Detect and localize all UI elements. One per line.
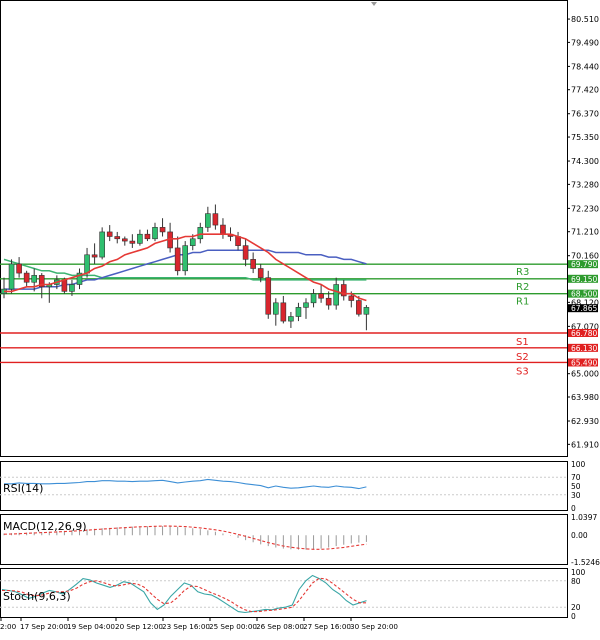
price-tick-label: 75.350 bbox=[571, 133, 599, 142]
candle-body bbox=[182, 245, 188, 272]
candle-body bbox=[220, 224, 226, 235]
price-tick-label: 62.930 bbox=[571, 417, 599, 426]
rsi-panel-frame bbox=[0, 461, 568, 511]
price-tick-label: 79.490 bbox=[571, 38, 599, 47]
rsi-tick-label: 30 bbox=[571, 491, 581, 500]
price-tick-label: 77.420 bbox=[571, 86, 599, 95]
candle-body bbox=[137, 233, 143, 244]
rsi-tick-label: 0 bbox=[571, 504, 576, 513]
level-price-label: 66.130 bbox=[571, 344, 597, 353]
time-tick-label: 2:00 bbox=[0, 622, 17, 631]
price-tick-label: 73.280 bbox=[571, 180, 599, 189]
candle-body bbox=[242, 245, 249, 260]
candle-body bbox=[197, 227, 204, 240]
time-tick-label: 25 Sep 00:00 bbox=[209, 622, 257, 631]
macd-tick-label: -1.5246 bbox=[571, 558, 600, 567]
candle-body bbox=[69, 284, 75, 292]
level-name-s2: S2 bbox=[516, 352, 529, 363]
candle-body bbox=[23, 272, 30, 283]
macd-tick-label: 1.0397 bbox=[571, 513, 597, 522]
stoch-tick-label: 20 bbox=[571, 603, 581, 612]
candle-body bbox=[303, 302, 309, 308]
price-tick-label: 80.510 bbox=[571, 15, 599, 24]
candle-body bbox=[16, 263, 22, 274]
candle-body bbox=[272, 302, 279, 315]
time-tick-label: 26 Sep 08:00 bbox=[256, 622, 304, 631]
price-tick-label: 76.370 bbox=[571, 110, 599, 119]
price-tick-label: 71.210 bbox=[571, 228, 599, 237]
level-price-label: 69.150 bbox=[571, 275, 597, 284]
level-price-label: 69.790 bbox=[571, 260, 597, 269]
stoch-tick-label: 100 bbox=[571, 568, 586, 577]
price-tick-label: 74.300 bbox=[571, 157, 599, 166]
candle-body bbox=[122, 238, 128, 242]
level-name-s3: S3 bbox=[516, 366, 529, 377]
time-tick-label: 17 Sep 20:00 bbox=[20, 622, 68, 631]
price-tick-label: 63.980 bbox=[571, 393, 599, 402]
candle-body bbox=[84, 254, 90, 274]
candle-body bbox=[348, 295, 355, 301]
level-name-r1: R1 bbox=[516, 297, 529, 308]
candle-body bbox=[288, 316, 294, 322]
candle-body bbox=[325, 297, 332, 306]
time-tick-label: 20 Sep 12:00 bbox=[115, 622, 163, 631]
candle-body bbox=[99, 231, 105, 258]
time-tick-label: 23 Sep 16:00 bbox=[162, 622, 210, 631]
price-tick-label: 78.440 bbox=[571, 62, 599, 71]
stoch-label: Stoch(9,6,3) bbox=[3, 590, 71, 603]
candle-body bbox=[356, 300, 362, 315]
price-tick-label: 65.000 bbox=[571, 370, 599, 379]
candle-body bbox=[106, 231, 113, 237]
stoch-tick-label: 0 bbox=[571, 612, 576, 621]
rsi-label: RSI(14) bbox=[3, 482, 43, 495]
candle-body bbox=[114, 236, 121, 240]
candle-body bbox=[295, 307, 302, 317]
candle-body bbox=[189, 238, 196, 246]
chart-svg: 80.510 79.490 78.440 77.420 76.370 75.350 74.3… bbox=[0, 0, 600, 631]
candle-body bbox=[265, 277, 272, 315]
time-tick-label: 30 Sep 20:00 bbox=[350, 622, 398, 631]
candle-body bbox=[159, 227, 166, 233]
candle-body bbox=[61, 279, 68, 292]
macd-tick-label: 0.00 bbox=[571, 531, 588, 540]
level-name-r3: R3 bbox=[516, 267, 529, 278]
candle-body bbox=[257, 268, 264, 278]
candle-body bbox=[31, 275, 38, 283]
candle-body bbox=[144, 233, 151, 240]
rsi-tick-label: 50 bbox=[571, 482, 581, 491]
candle-body bbox=[363, 307, 370, 315]
stoch-tick-label: 80 bbox=[571, 577, 581, 586]
candle-body bbox=[152, 227, 158, 240]
candle-body bbox=[91, 254, 98, 258]
level-price-label: 65.490 bbox=[571, 358, 597, 367]
rsi-tick-label: 100 bbox=[571, 460, 586, 469]
main-panel-frame bbox=[0, 0, 568, 457]
time-tick-label: 27 Sep 16:00 bbox=[303, 622, 351, 631]
price-tick-label: 72.230 bbox=[571, 204, 599, 213]
candle-body bbox=[8, 263, 15, 290]
candle-body bbox=[212, 213, 219, 226]
time-tick-label: 19 Sep 04:00 bbox=[67, 622, 115, 631]
candle-body bbox=[250, 259, 256, 269]
candle-body bbox=[129, 240, 136, 244]
candle-body bbox=[174, 247, 181, 272]
candle-body bbox=[280, 302, 287, 322]
price-tick-label: 61.910 bbox=[571, 440, 599, 449]
current-price-label: 67.865 bbox=[571, 304, 597, 313]
stoch-panel-frame bbox=[0, 568, 568, 618]
level-price-label: 66.780 bbox=[571, 329, 597, 338]
candle-body bbox=[318, 293, 324, 299]
level-name-r2: R2 bbox=[516, 282, 529, 293]
candle-body bbox=[333, 284, 340, 306]
level-name-s1: S1 bbox=[516, 337, 529, 348]
candle-body bbox=[205, 213, 211, 228]
macd-label: MACD(12,26,9) bbox=[3, 520, 87, 533]
chart-window: 80.510 79.490 78.440 77.420 76.370 75.350 74.3… bbox=[0, 0, 600, 636]
candle-body bbox=[310, 293, 317, 304]
level-price-label: 68.500 bbox=[571, 290, 597, 299]
rsi-tick-label: 70 bbox=[571, 473, 581, 482]
